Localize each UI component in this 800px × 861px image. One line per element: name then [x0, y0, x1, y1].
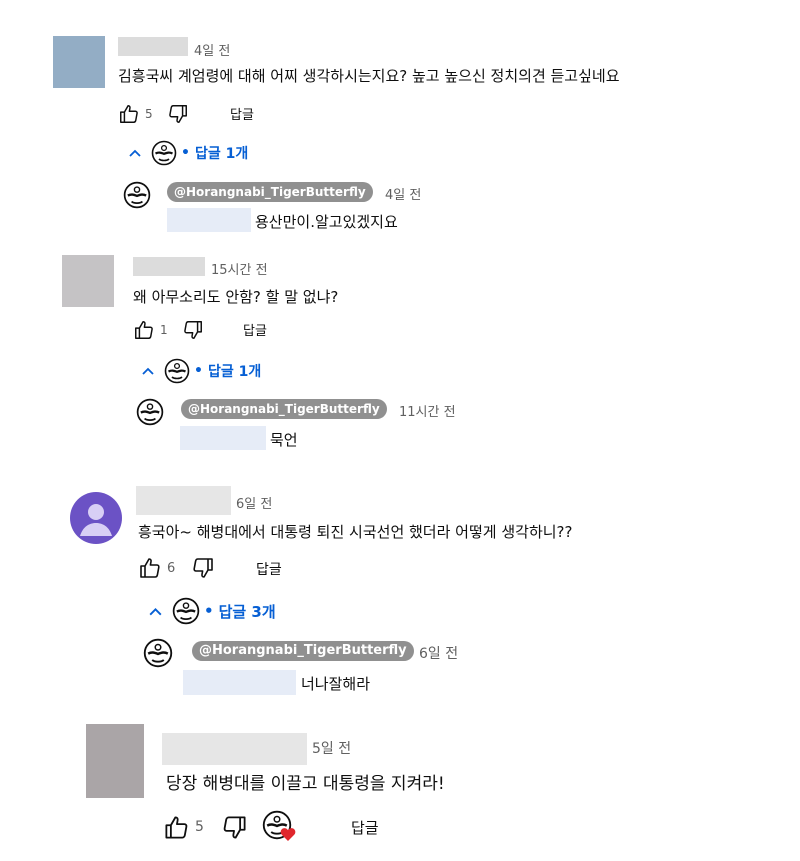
chevron-up-icon — [142, 367, 154, 375]
dislike-button[interactable] — [182, 319, 204, 341]
reply-button[interactable]: 답글 — [230, 104, 254, 123]
creator-avatar-icon — [151, 140, 177, 166]
like-count: 6 — [167, 560, 176, 576]
reply-button[interactable]: 답글 — [243, 320, 267, 339]
creator-avatar-icon[interactable] — [136, 398, 164, 426]
like-button[interactable] — [133, 319, 155, 341]
thumbs-down-icon — [183, 321, 202, 339]
separator-dot: • — [204, 602, 214, 620]
replies-count-label: 답글 3개 — [218, 602, 276, 621]
comment-timestamp[interactable]: 15시간 전 — [211, 259, 268, 278]
avatar[interactable] — [53, 36, 105, 88]
thumbs-up-icon — [165, 815, 188, 839]
creator-avatar-icon[interactable] — [123, 181, 151, 209]
avatar[interactable] — [62, 255, 114, 307]
reply-timestamp[interactable]: 11시간 전 — [399, 401, 456, 420]
chevron-up-icon — [149, 607, 162, 615]
heart-icon — [280, 828, 296, 841]
comment-text: 김흥국씨 계엄령에 대해 어찌 생각하시는지요? 높고 높으신 정치의견 듣고싶… — [118, 67, 620, 85]
redacted-username — [133, 257, 205, 276]
thumbs-up-icon — [140, 558, 160, 578]
like-count: 5 — [195, 819, 204, 835]
reply-button[interactable]: 답글 — [351, 817, 379, 838]
comment-actions: 1 — [133, 318, 204, 342]
replies-toggle[interactable]: • 답글 3개 — [147, 597, 276, 625]
comment-text: 흥국아~ 해병대에서 대통령 퇴진 시국선언 했더라 어떻게 생각하니?? — [138, 523, 573, 541]
thumbs-down-icon — [168, 105, 187, 123]
reply-text: 용산만이.알고있겠지요 — [255, 213, 398, 231]
dislike-button[interactable] — [221, 814, 248, 841]
thumbs-up-icon — [135, 321, 153, 339]
dislike-button[interactable] — [167, 103, 189, 125]
comment-timestamp[interactable]: 4일 전 — [194, 40, 230, 59]
redacted-mention — [183, 670, 296, 695]
like-count: 1 — [160, 323, 168, 337]
separator-dot: • — [181, 145, 190, 161]
comment-actions: 5 — [163, 810, 296, 844]
replies-count-label: 답글 1개 — [207, 364, 262, 380]
creator-avatar-icon[interactable] — [143, 638, 173, 668]
dislike-button[interactable] — [191, 556, 215, 580]
comment-text: 당장 해병대를 이끌고 대통령을 지켜라! — [166, 774, 445, 794]
like-button[interactable] — [118, 103, 140, 125]
redacted-username — [118, 37, 188, 56]
redacted-username — [162, 733, 307, 765]
reply-text: 묵언 — [270, 431, 298, 449]
comment-timestamp[interactable]: 5일 전 — [312, 738, 351, 758]
comments-section: 4일 전 김흥국씨 계엄령에 대해 어찌 생각하시는지요? 높고 높으신 정치의… — [0, 0, 800, 861]
reply-timestamp[interactable]: 6일 전 — [419, 643, 458, 663]
redacted-mention — [167, 208, 251, 232]
thumbs-up-icon — [120, 105, 138, 123]
redacted-username — [136, 486, 231, 515]
separator-dot: • — [194, 363, 203, 379]
comment-actions: 5 — [118, 102, 189, 126]
thumbs-down-icon — [193, 558, 214, 578]
comment-timestamp[interactable]: 6일 전 — [236, 493, 272, 512]
reply-button[interactable]: 답글 — [256, 559, 282, 579]
like-button[interactable] — [138, 556, 162, 580]
creator-avatar-icon — [164, 358, 190, 384]
creator-heart — [262, 810, 296, 844]
creator-avatar-icon — [172, 597, 200, 625]
default-user-icon — [80, 504, 112, 536]
replies-count-label: 답글 1개 — [194, 146, 249, 162]
avatar[interactable] — [86, 724, 144, 798]
chevron-up-icon — [129, 149, 141, 157]
redacted-mention — [180, 426, 266, 450]
replies-toggle[interactable]: • 답글 1개 — [140, 357, 261, 385]
replies-toggle[interactable]: • 답글 1개 — [127, 139, 248, 167]
comment-text: 왜 아무소리도 안함? 할 말 없냐? — [133, 288, 339, 306]
creator-handle-chip[interactable]: @Horangnabi_TigerButterfly — [192, 641, 414, 661]
thumbs-down-icon — [223, 815, 246, 839]
reply-timestamp[interactable]: 4일 전 — [385, 184, 421, 203]
like-count: 5 — [145, 107, 153, 121]
creator-handle-chip[interactable]: @Horangnabi_TigerButterfly — [167, 182, 373, 202]
creator-handle-chip[interactable]: @Horangnabi_TigerButterfly — [181, 399, 387, 419]
avatar[interactable] — [70, 492, 122, 544]
reply-text: 너나잘해라 — [301, 675, 371, 693]
like-button[interactable] — [163, 814, 190, 841]
comment-actions: 6 — [138, 556, 215, 580]
